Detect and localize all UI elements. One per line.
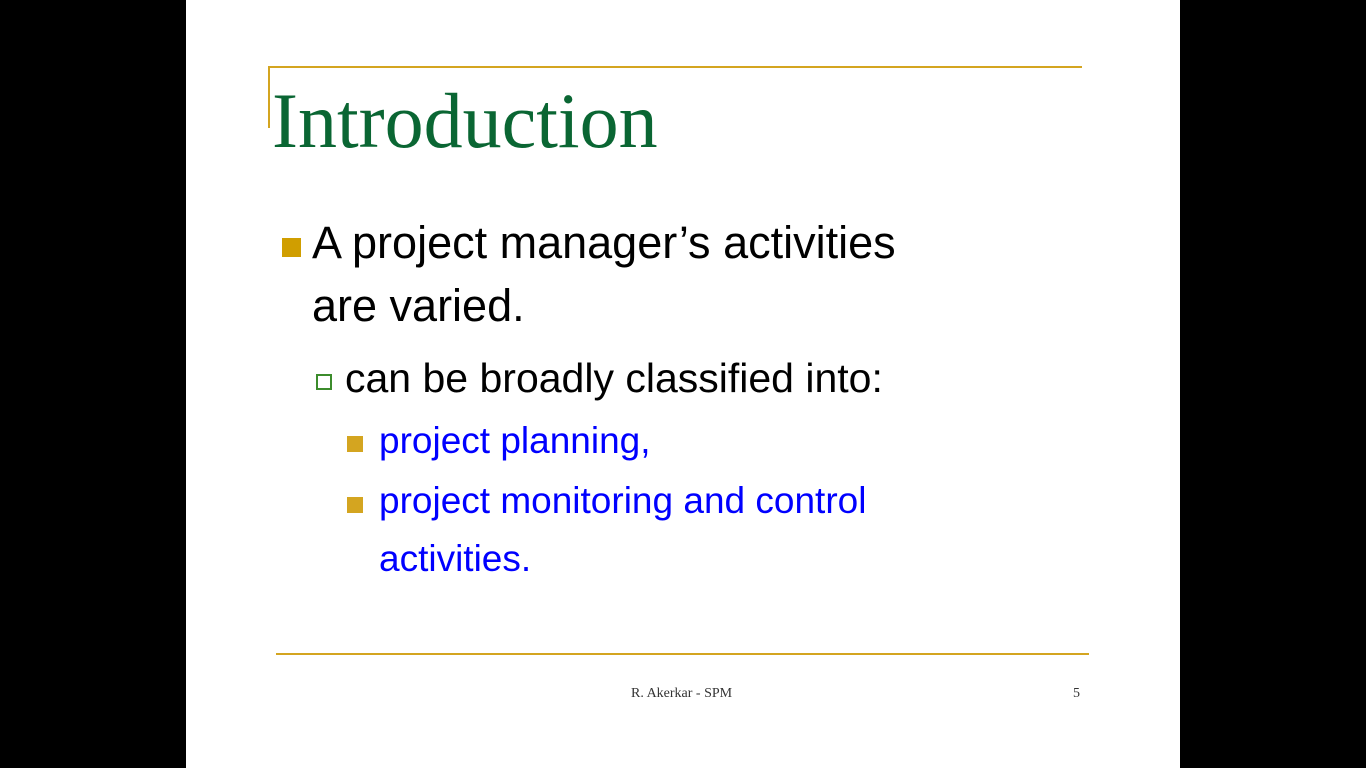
page-number: 5 xyxy=(1073,686,1080,701)
square-bullet-icon xyxy=(347,497,363,513)
sub-sub-bullet-line: activities. xyxy=(379,538,532,579)
square-bullet-icon xyxy=(282,238,301,257)
title-left-rule xyxy=(268,66,270,128)
slide: Introduction A project manager’s activit… xyxy=(186,0,1180,768)
sub-sub-bullet-line: project monitoring and control xyxy=(379,480,867,521)
bullet-line: are varied. xyxy=(312,280,525,331)
hollow-square-bullet-icon xyxy=(316,374,332,390)
title-top-rule xyxy=(268,66,1082,68)
footer-author: R. Akerkar - SPM xyxy=(631,686,733,701)
sub-bullet-line: can be broadly classified into: xyxy=(345,355,883,401)
sub-sub-bullet-line: project planning, xyxy=(379,420,651,461)
slide-title: Introduction xyxy=(272,77,658,164)
square-bullet-icon xyxy=(347,436,363,452)
bullet-line: A project manager’s activities xyxy=(312,217,896,268)
footer-rule xyxy=(276,653,1089,655)
